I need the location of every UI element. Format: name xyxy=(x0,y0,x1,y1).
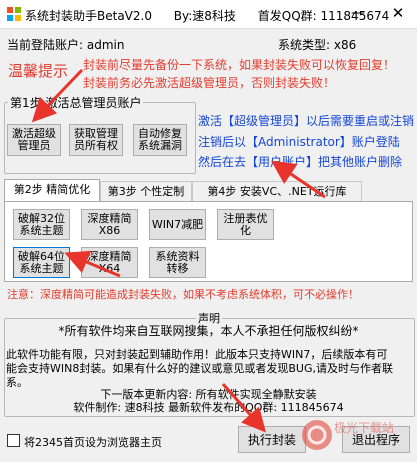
activate-admin-button[interactable]: 激活超级 管理员 xyxy=(7,124,61,156)
watermark-logo-icon xyxy=(302,420,332,450)
take-ownership-button[interactable]: 获取管理 员所有权 xyxy=(69,124,123,156)
run-package-button[interactable]: 执行封装 xyxy=(238,426,306,453)
step1-caption: 第1步 激活总管理员账户 xyxy=(8,94,144,111)
slim-notice: 注意：深度精简可能造成封装失败，如果不考虑系统体积，可不必操作！ xyxy=(7,288,359,301)
declaration-line-6: 软件制作: 速8科技 最新软件发布的QQ群: 111845674 xyxy=(73,401,344,414)
win7-slim-button[interactable]: WIN7减肥 xyxy=(149,209,206,240)
step1-note-1: 激活【超级管理员】以后需要重启或注销 xyxy=(198,114,415,128)
warning-line-1: 封装前尽量先备份一下系统，如果封装失败可以恢复回复！ xyxy=(83,58,396,72)
crack-32bit-theme-button[interactable]: 破解32位 系统主题 xyxy=(13,209,70,240)
declaration-line-3: 能会支持WIN8封装。如果有什么好的建议或意见或者发现BUG,请及时与作者联 xyxy=(6,362,393,375)
tab-step2[interactable]: 第2步 精简优化 xyxy=(4,179,100,202)
minimize-button[interactable]: — xyxy=(345,3,371,25)
homepage-checkbox-label: 将2345首页设为浏览器主页 xyxy=(24,436,162,449)
fix-vulnerability-button[interactable]: 自动修复 系统漏洞 xyxy=(133,124,187,156)
warning-line-2: 封装前务必先激活超级管理员，否则封装失败！ xyxy=(83,76,336,90)
step1-note-3: 然后在去【用户账户】把其他账户删除 xyxy=(198,155,403,169)
app-icon xyxy=(7,7,21,21)
system-type-label: 系统类型: x86 xyxy=(278,38,357,52)
step1-note-2: 注销后以【Administrator】账户登陆 xyxy=(198,135,400,149)
tab-step4[interactable]: 第4步 安装VC、.NET运行库 xyxy=(192,181,362,201)
deep-slim-x86-button[interactable]: 深度精简 X86 xyxy=(81,209,138,240)
watermark-text: 极光下载站 xyxy=(334,421,395,435)
declaration-line-1: *所有软件均来自互联网搜集，本人不承担任何版权纠纷* xyxy=(58,324,359,338)
window-title: 系统封装助手BetaV2.0 xyxy=(25,9,152,23)
crack-64bit-theme-button[interactable]: 破解64位 系统主题 xyxy=(13,247,70,278)
window-author: By:速8科技 xyxy=(173,9,236,23)
window-title-row: 系统封装助手BetaV2.0 By:速8科技 首发QQ群: 111845674 xyxy=(25,7,389,24)
homepage-checkbox[interactable] xyxy=(7,434,20,447)
migrate-user-data-button[interactable]: 系统资料 转移 xyxy=(149,247,206,278)
deep-slim-x64-button[interactable]: 深度精简 X64 xyxy=(81,247,138,278)
registry-optimize-button[interactable]: 注册表优 化 xyxy=(217,209,274,240)
close-button[interactable]: ✕ xyxy=(385,3,411,25)
current-user-label: 当前登陆账户: admin xyxy=(7,38,125,52)
warning-title: 温馨提示 xyxy=(8,62,69,80)
tab-step3[interactable]: 第3步 个性定制 xyxy=(100,181,192,201)
